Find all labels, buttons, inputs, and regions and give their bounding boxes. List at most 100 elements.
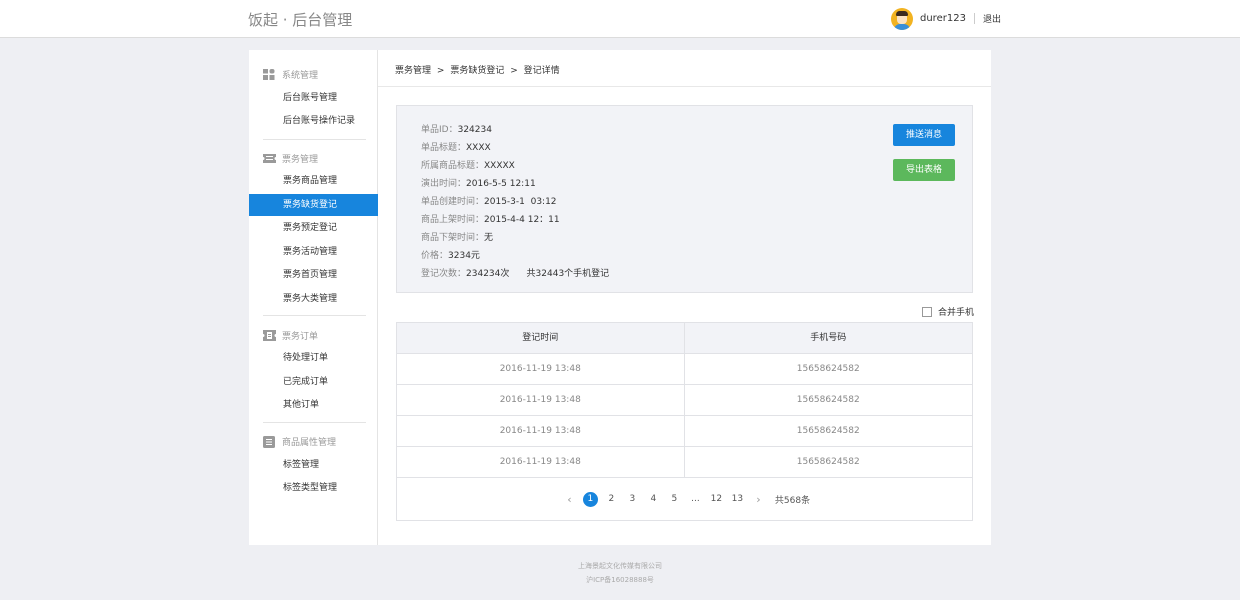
info-label: 登记次数： bbox=[421, 269, 467, 279]
breadcrumb-current: 登记详情 bbox=[523, 66, 560, 76]
export-table-button[interactable]: 导出表格 bbox=[893, 159, 955, 181]
registration-table: 登记时间 手机号码 2016-11-19 13:48 15658624582 2… bbox=[396, 322, 973, 521]
sidebar-item-tag-management[interactable]: 标签管理 bbox=[249, 454, 378, 476]
info-registration-count: 登记次数：234234次 共32443个手机登记 bbox=[421, 266, 609, 279]
registration-time-cell: 2016-11-19 13:48 bbox=[397, 385, 685, 415]
sidebar-item-ticket-shortage[interactable]: 票务缺货登记 bbox=[249, 194, 378, 216]
sidebar-item-pending-orders[interactable]: 待处理订单 bbox=[249, 347, 378, 369]
sidebar-group-label: 商品属性管理 bbox=[282, 437, 337, 448]
page-button[interactable]: 3 bbox=[625, 492, 640, 507]
registration-time-cell: 2016-11-19 13:48 bbox=[397, 354, 685, 384]
breadcrumb-separator: > bbox=[510, 66, 518, 76]
username[interactable]: durer123 bbox=[920, 13, 966, 24]
page-button-current[interactable]: 1 bbox=[582, 491, 598, 507]
page-button[interactable]: 5 bbox=[667, 492, 682, 507]
page-button[interactable]: 2 bbox=[604, 492, 619, 507]
sidebar-item-ticket-homepage[interactable]: 票务首页管理 bbox=[249, 264, 378, 286]
info-label: 单品标题： bbox=[421, 143, 467, 153]
page-button[interactable]: 4 bbox=[646, 492, 661, 507]
info-item-title: 单品标题：XXXX bbox=[421, 140, 491, 153]
info-value: 324234 bbox=[457, 125, 492, 135]
info-label: 单品ID： bbox=[421, 125, 458, 135]
sidebar-group-orders: 票务订单 bbox=[263, 328, 318, 342]
table-header: 登记时间 手机号码 bbox=[397, 323, 972, 354]
info-label: 商品下架时间： bbox=[421, 233, 485, 243]
info-value: XXXXX bbox=[484, 161, 515, 171]
page-ellipsis: ... bbox=[691, 493, 700, 504]
order-ticket-icon bbox=[263, 329, 276, 341]
sidebar-group-product-attributes: 商品属性管理 bbox=[263, 434, 336, 448]
sidebar-item-other-orders[interactable]: 其他订单 bbox=[249, 394, 378, 416]
phone-number-cell: 15658624582 bbox=[796, 395, 860, 405]
merge-phones-checkbox[interactable] bbox=[922, 306, 932, 317]
merge-phones-toggle[interactable]: 合并手机 bbox=[922, 305, 974, 318]
phone-number-cell: 15658624582 bbox=[796, 426, 860, 436]
sidebar-item-admin-operation-log[interactable]: 后台账号操作记录 bbox=[249, 110, 378, 132]
logout-link[interactable]: 退出 bbox=[983, 12, 1001, 25]
info-value: XXXX bbox=[466, 143, 491, 153]
info-show-time: 演出时间：2016-5-5 12:11 bbox=[421, 176, 536, 189]
sidebar-item-ticket-products[interactable]: 票务商品管理 bbox=[249, 170, 378, 192]
breadcrumb-divider bbox=[378, 86, 991, 87]
info-value: 3234元 bbox=[448, 251, 480, 261]
info-product-title: 所属商品标题：XXXXX bbox=[421, 158, 515, 171]
ticket-icon bbox=[263, 153, 276, 164]
sidebar-group-label: 票务管理 bbox=[282, 154, 319, 165]
footer-company: 上海景起文化传媒有限公司 bbox=[578, 562, 662, 570]
sidebar-item-ticket-activities[interactable]: 票务活动管理 bbox=[249, 241, 378, 263]
grid-icon bbox=[263, 68, 275, 80]
divider bbox=[973, 13, 975, 24]
info-value: 2015-3-1 03:12 bbox=[484, 197, 557, 207]
info-label: 单品创建时间： bbox=[421, 197, 485, 207]
breadcrumb-ticketing[interactable]: 票务管理 bbox=[395, 66, 431, 76]
sidebar-group-label: 票务订单 bbox=[282, 331, 319, 342]
sidebar-item-ticket-reservation[interactable]: 票务预定登记 bbox=[249, 217, 378, 239]
info-label: 演出时间： bbox=[421, 179, 467, 189]
pagination: ‹ 1 2 3 4 5 ... 12 13 › 共568条 bbox=[397, 478, 972, 520]
page-button[interactable]: 13 bbox=[730, 492, 745, 507]
breadcrumb-separator: > bbox=[436, 66, 445, 76]
sidebar-item-admin-accounts[interactable]: 后台账号管理 bbox=[249, 87, 378, 109]
info-value: 无 bbox=[484, 233, 494, 243]
sidebar-item-tag-type-management[interactable]: 标签类型管理 bbox=[249, 477, 378, 499]
sidebar-divider bbox=[263, 139, 366, 140]
phone-number-cell: 15658624582 bbox=[796, 364, 860, 374]
info-value: 2016-5-5 12:11 bbox=[466, 179, 536, 189]
info-value: 2015-4-4 12：11 bbox=[484, 215, 560, 225]
sidebar-group-label: 系统管理 bbox=[282, 70, 319, 81]
sidebar-group-ticketing: 票务管理 bbox=[263, 151, 318, 165]
merge-phones-label: 合并手机 bbox=[938, 308, 975, 318]
page-button[interactable]: 12 bbox=[709, 492, 724, 507]
info-label: 价格： bbox=[421, 251, 449, 261]
next-page-icon[interactable]: › bbox=[751, 492, 766, 507]
phone-number-cell: 15658624582 bbox=[796, 457, 860, 467]
sidebar-item-ticket-categories[interactable]: 票务大类管理 bbox=[249, 288, 378, 310]
registration-time-cell: 2016-11-19 13:48 bbox=[397, 447, 685, 477]
sidebar-item-completed-orders[interactable]: 已完成订单 bbox=[249, 371, 378, 393]
main-panel: 系统管理 后台账号管理 后台账号操作记录 票务管理 票务商品管理 票务缺货登记 … bbox=[249, 50, 991, 545]
table-row: 2016-11-19 13:48 15658624582 bbox=[397, 354, 972, 385]
column-header-phone-number: 手机号码 bbox=[810, 333, 847, 343]
registration-time-cell: 2016-11-19 13:48 bbox=[397, 416, 685, 446]
table-row: 2016-11-19 13:48 15658624582 bbox=[397, 385, 972, 416]
footer-icp: 沪ICP备16028888号 bbox=[586, 576, 654, 584]
sidebar: 系统管理 后台账号管理 后台账号操作记录 票务管理 票务商品管理 票务缺货登记 … bbox=[249, 50, 378, 545]
column-header-registration-time: 登记时间 bbox=[397, 323, 685, 353]
info-price: 价格：3234元 bbox=[421, 248, 480, 261]
breadcrumb: 票务管理 > 票务缺货登记 > 登记详情 bbox=[395, 63, 563, 76]
push-message-button[interactable]: 推送消息 bbox=[893, 124, 955, 146]
avatar[interactable] bbox=[891, 7, 913, 30]
total-count: 共568条 bbox=[774, 495, 811, 506]
info-on-shelf-time: 商品上架时间：2015-4-4 12：11 bbox=[421, 212, 560, 225]
brand-title: 饭起 · 后台管理 bbox=[248, 11, 353, 29]
sidebar-group-system: 系统管理 bbox=[263, 67, 318, 81]
prev-page-icon[interactable]: ‹ bbox=[562, 492, 577, 507]
breadcrumb-ticket-shortage[interactable]: 票务缺货登记 bbox=[450, 66, 504, 76]
info-off-shelf-time: 商品下架时间：无 bbox=[421, 230, 493, 243]
info-created-time: 单品创建时间：2015-3-1 03:12 bbox=[421, 194, 557, 207]
table-row: 2016-11-19 13:48 15658624582 bbox=[397, 447, 972, 478]
list-icon bbox=[263, 435, 275, 448]
table-row: 2016-11-19 13:48 15658624582 bbox=[397, 416, 972, 447]
sidebar-divider bbox=[263, 315, 366, 316]
user-area: durer123 退出 bbox=[891, 7, 1001, 30]
